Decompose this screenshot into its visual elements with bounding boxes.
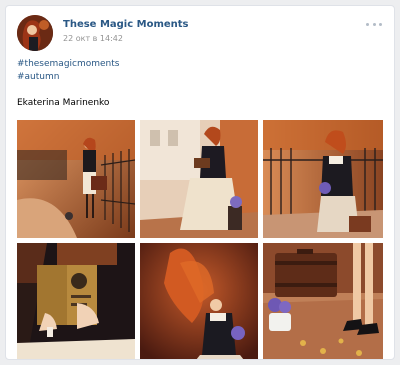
post-caption: Ekaterina Marinenko — [17, 98, 110, 108]
photo-thumbnail[interactable] — [263, 243, 383, 359]
post-author[interactable]: These Magic Moments — [63, 19, 189, 30]
photo-thumbnail[interactable] — [263, 120, 383, 238]
wall-post: These Magic Moments 22 окт в 14:42 #thes… — [5, 5, 395, 360]
photo-thumbnail[interactable] — [140, 243, 258, 359]
more-dots-icon[interactable] — [366, 21, 382, 27]
hashtags: #thesemagicmoments #autumn — [17, 58, 119, 84]
photo-thumbnail[interactable] — [17, 120, 135, 238]
photo-thumbnail[interactable] — [140, 120, 258, 238]
hashtag-link[interactable]: #autumn — [17, 71, 119, 84]
avatar[interactable] — [17, 15, 53, 51]
hashtag-link[interactable]: #thesemagicmoments — [17, 58, 119, 71]
photo-grid — [17, 120, 383, 359]
photo-thumbnail[interactable] — [17, 243, 135, 359]
post-date[interactable]: 22 окт в 14:42 — [63, 34, 123, 43]
